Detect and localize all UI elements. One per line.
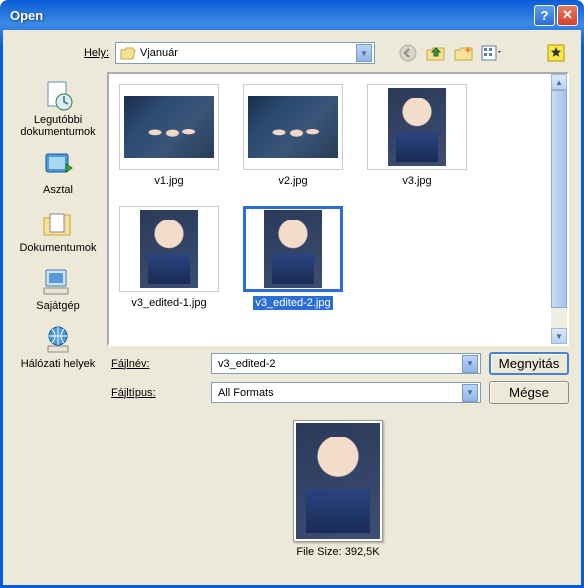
file-thumbnail[interactable]: v3_edited-2.jpg — [243, 206, 343, 310]
close-button[interactable]: ✕ — [557, 5, 578, 26]
thumbnail-image — [140, 210, 198, 288]
dialog-body: Hely: Vjanuár ▼ — [3, 30, 581, 585]
filename-combo[interactable]: v3_edited-2 ▼ — [211, 353, 481, 374]
network-places-icon — [42, 324, 74, 356]
open-button[interactable]: Megnyitás — [489, 352, 569, 375]
location-label: Hely: — [73, 47, 109, 59]
sidebar-mycomputer[interactable]: Sajátgép — [15, 262, 101, 316]
scroll-down-button[interactable]: ▼ — [551, 328, 567, 344]
file-thumbnail[interactable]: v2.jpg — [243, 84, 343, 188]
titlebar[interactable]: Open ? ✕ — [0, 0, 584, 30]
location-value: Vjanuár — [140, 47, 356, 59]
sidebar-documents[interactable]: Dokumentumok — [15, 204, 101, 258]
thumbnail-frame — [243, 84, 343, 170]
preview-panel: File Size: 392,5K — [107, 410, 569, 558]
thumbnail-label: v3.jpg — [400, 174, 433, 188]
location-bar: Hely: Vjanuár ▼ — [3, 30, 581, 72]
thumbnail-image — [264, 210, 322, 288]
right-column: v1.jpg v2.jpg v3.jpg v3_edited-1.jpg v3_edit… — [107, 72, 569, 573]
star-icon — [547, 44, 565, 62]
filetype-value: All Formats — [218, 387, 462, 399]
folder-up-icon — [426, 44, 446, 62]
thumbnail-frame — [367, 84, 467, 170]
vertical-scrollbar[interactable]: ▲ ▼ — [551, 74, 567, 344]
sidebar-label: Dokumentumok — [19, 242, 96, 254]
thumbnail-label: v2.jpg — [276, 174, 309, 188]
help-button[interactable]: ? — [534, 5, 555, 26]
back-icon — [399, 44, 417, 62]
recent-documents-icon — [42, 80, 74, 112]
up-one-level-button[interactable] — [425, 42, 447, 64]
back-button[interactable] — [397, 42, 419, 64]
preview-thumbnail — [293, 420, 383, 542]
favorites-button[interactable] — [545, 42, 567, 64]
sidebar-desktop[interactable]: Asztal — [15, 146, 101, 200]
thumbnail-label: v3_edited-2.jpg — [253, 296, 332, 310]
desktop-icon — [42, 150, 74, 182]
filename-row: Fájlnév: v3_edited-2 ▼ Megnyitás — [107, 352, 569, 375]
filetype-row: Fájltípus: All Formats ▼ Mégse — [107, 381, 569, 404]
view-menu-button[interactable] — [481, 42, 503, 64]
chevron-down-icon[interactable]: ▼ — [462, 384, 478, 402]
filename-value: v3_edited-2 — [218, 358, 462, 370]
sidebar-label: Asztal — [43, 184, 73, 196]
file-grid: v1.jpg v2.jpg v3.jpg v3_edited-1.jpg v3_edit… — [109, 74, 551, 344]
sidebar-label: Sajátgép — [36, 300, 79, 312]
folder-open-icon — [120, 46, 136, 60]
my-computer-icon — [42, 266, 74, 298]
sidebar-label: Legutóbbi dokumentumok — [15, 114, 101, 138]
filetype-label: Fájltípus: — [107, 387, 203, 399]
thumbnail-image — [248, 96, 338, 158]
sidebar-recent[interactable]: Legutóbbi dokumentumok — [15, 76, 101, 142]
file-thumbnail[interactable]: v1.jpg — [119, 84, 219, 188]
scroll-up-button[interactable]: ▲ — [551, 74, 567, 90]
filesize-value: 392,5K — [345, 546, 380, 558]
view-icon — [481, 44, 503, 62]
location-toolbar — [397, 42, 503, 64]
sidebar-label: Hálózati helyek — [21, 358, 96, 370]
cancel-button[interactable]: Mégse — [489, 381, 569, 404]
new-folder-button[interactable] — [453, 42, 475, 64]
thumbnail-frame — [119, 206, 219, 292]
main-area: Legutóbbi dokumentumok Asztal Dokumentum… — [3, 72, 581, 585]
filesize-label: File Size: — [296, 546, 341, 558]
filetype-combo[interactable]: All Formats ▼ — [211, 382, 481, 403]
chevron-down-icon[interactable]: ▼ — [356, 44, 372, 62]
location-combo[interactable]: Vjanuár ▼ — [115, 42, 375, 64]
window-title: Open — [10, 8, 534, 23]
filename-label: Fájlnév: — [107, 358, 203, 370]
thumbnail-frame — [119, 84, 219, 170]
thumbnail-image — [388, 88, 446, 166]
file-thumbnail[interactable]: v3_edited-1.jpg — [119, 206, 219, 310]
sidebar-network[interactable]: Hálózati helyek — [15, 320, 101, 374]
file-list-view[interactable]: v1.jpg v2.jpg v3.jpg v3_edited-1.jpg v3_edit… — [107, 72, 569, 346]
documents-folder-icon — [42, 208, 74, 240]
chevron-down-icon[interactable]: ▼ — [462, 355, 478, 373]
scrollbar-thumb[interactable] — [551, 90, 567, 308]
folder-new-icon — [454, 44, 474, 62]
thumbnail-image — [124, 96, 214, 158]
open-dialog-window: Open ? ✕ Hely: Vjanuár ▼ — [0, 0, 584, 588]
preview-image — [296, 423, 380, 539]
bottom-fields: Fájlnév: v3_edited-2 ▼ Megnyitás Fájltíp… — [107, 352, 569, 404]
preview-filesize: File Size: 392,5K — [296, 546, 379, 558]
titlebar-buttons: ? ✕ — [534, 5, 578, 26]
file-thumbnail[interactable]: v3.jpg — [367, 84, 467, 188]
places-sidebar: Legutóbbi dokumentumok Asztal Dokumentum… — [15, 72, 101, 573]
thumbnail-frame — [243, 206, 343, 292]
thumbnail-label: v3_edited-1.jpg — [129, 296, 208, 310]
thumbnail-label: v1.jpg — [152, 174, 185, 188]
